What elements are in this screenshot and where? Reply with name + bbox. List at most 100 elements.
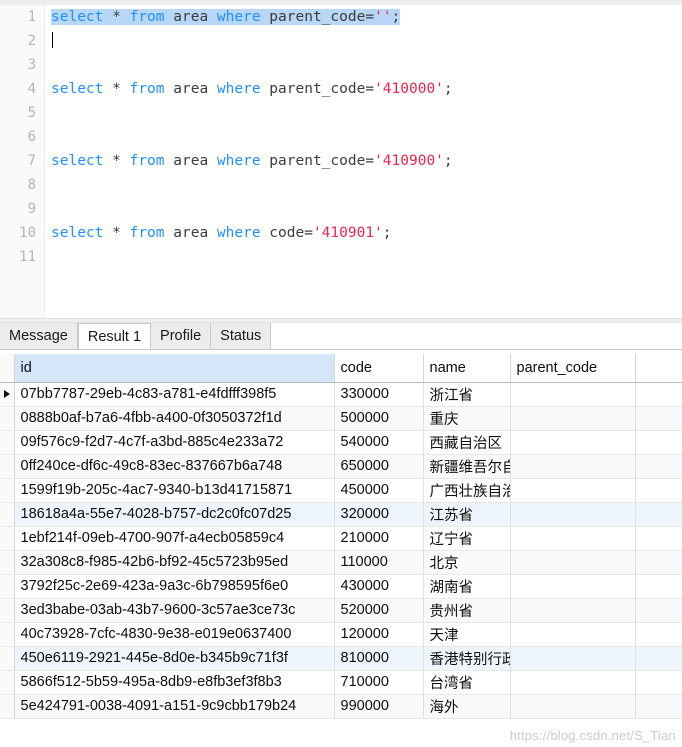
cell-id[interactable]: 1ebf214f-09eb-4700-907f-a4ecb05859c4 — [14, 526, 335, 551]
code-line-1[interactable]: select * from area where parent_code=''; — [45, 5, 682, 29]
cell-name[interactable]: 台湾省 — [423, 670, 511, 695]
cell-name[interactable]: 天津 — [423, 622, 511, 647]
cell-id[interactable]: 3792f25c-2e69-423a-9a3c-6b798595f6e0 — [14, 574, 335, 599]
result-table-body[interactable]: 07bb7787-29eb-4c83-a781-e4fdfff398f5 3300… — [0, 382, 682, 719]
table-row[interactable]: 07bb7787-29eb-4c83-a781-e4fdfff398f5 3300… — [0, 382, 682, 407]
tab-profile[interactable]: Profile — [151, 323, 212, 349]
cell-code[interactable]: 650000 — [334, 454, 424, 479]
cell-parent_code[interactable] — [510, 382, 636, 407]
table-row[interactable]: 09f576c9-f2d7-4c7f-a3bd-885c4e233a72 5400… — [0, 430, 682, 455]
table-row[interactable]: 5e424791-0038-4091-a151-9c9cbb179b24 9900… — [0, 694, 682, 719]
cell-parent_code[interactable] — [510, 598, 636, 623]
cell-parent_code[interactable] — [510, 406, 636, 431]
table-row[interactable]: 32a308c8-f985-42b6-bf92-45c5723b95ed 1100… — [0, 550, 682, 575]
cell-code[interactable]: 520000 — [334, 598, 424, 623]
cell-code[interactable]: 210000 — [334, 526, 424, 551]
cell-name[interactable]: 海外 — [423, 694, 511, 719]
cell-name[interactable]: 新疆维吾尔自治区 — [423, 454, 511, 479]
code-line-6[interactable] — [45, 125, 682, 149]
cell-name[interactable]: 北京 — [423, 550, 511, 575]
column-header-name[interactable]: name — [423, 354, 511, 383]
code-line-4[interactable]: select * from area where parent_code='41… — [45, 77, 682, 101]
cell-parent_code[interactable] — [510, 574, 636, 599]
column-header-id[interactable]: id — [14, 354, 335, 383]
code-line-9[interactable] — [45, 197, 682, 221]
cell-name[interactable]: 重庆 — [423, 406, 511, 431]
cell-name[interactable]: 浙江省 — [423, 382, 511, 407]
table-row[interactable]: 1ebf214f-09eb-4700-907f-a4ecb05859c4 2100… — [0, 526, 682, 551]
cell-name[interactable]: 西藏自治区 — [423, 430, 511, 455]
code-line-3[interactable] — [45, 53, 682, 77]
table-row[interactable]: 0ff240ce-df6c-49c8-83ec-837667b6a748 6500… — [0, 454, 682, 479]
cell-code[interactable]: 450000 — [334, 478, 424, 503]
cell-code[interactable]: 990000 — [334, 694, 424, 719]
row-marker-cell[interactable] — [0, 670, 15, 695]
cell-name[interactable]: 江苏省 — [423, 502, 511, 527]
cell-parent_code[interactable] — [510, 454, 636, 479]
cell-parent_code[interactable] — [510, 526, 636, 551]
cell-id[interactable]: 32a308c8-f985-42b6-bf92-45c5723b95ed — [14, 550, 335, 575]
cell-name[interactable]: 湖南省 — [423, 574, 511, 599]
column-header-code[interactable]: code — [334, 354, 424, 383]
result-grid[interactable]: id code name parent_code 07bb7787-29eb-4c83… — [0, 354, 682, 747]
code-line-8[interactable] — [45, 173, 682, 197]
table-row[interactable]: 40c73928-7cfc-4830-9e38-e019e0637400 1200… — [0, 622, 682, 647]
row-marker-cell[interactable] — [0, 550, 15, 575]
row-marker-cell[interactable] — [0, 622, 15, 647]
code-line-5[interactable] — [45, 101, 682, 125]
row-marker-cell[interactable] — [0, 574, 15, 599]
cell-code[interactable]: 500000 — [334, 406, 424, 431]
cell-name[interactable]: 贵州省 — [423, 598, 511, 623]
cell-id[interactable]: 450e6119-2921-445e-8d0e-b345b9c71f3f — [14, 646, 335, 671]
cell-code[interactable]: 430000 — [334, 574, 424, 599]
tab-result-1[interactable]: Result 1 — [77, 323, 152, 349]
cell-code[interactable]: 330000 — [334, 382, 424, 407]
cell-code[interactable]: 110000 — [334, 550, 424, 575]
cell-id[interactable]: 5e424791-0038-4091-a151-9c9cbb179b24 — [14, 694, 335, 719]
cell-id[interactable]: 5866f512-5b59-495a-8db9-e8fb3ef3f8b3 — [14, 670, 335, 695]
editor-code-area[interactable]: select * from area where parent_code='';… — [45, 5, 682, 318]
cell-parent_code[interactable] — [510, 550, 636, 575]
cell-name[interactable]: 辽宁省 — [423, 526, 511, 551]
row-marker-cell[interactable] — [0, 454, 15, 479]
cell-parent_code[interactable] — [510, 430, 636, 455]
table-row[interactable]: 3ed3babe-03ab-43b7-9600-3c57ae3ce73c 5200… — [0, 598, 682, 623]
table-row[interactable]: 3792f25c-2e69-423a-9a3c-6b798595f6e0 4300… — [0, 574, 682, 599]
row-marker-cell[interactable] — [0, 646, 15, 671]
table-row[interactable]: 0888b0af-b7a6-4fbb-a400-0f3050372f1d 5000… — [0, 406, 682, 431]
row-marker-cell[interactable] — [0, 406, 15, 431]
code-line-11[interactable] — [45, 245, 682, 269]
cell-id[interactable]: 07bb7787-29eb-4c83-a781-e4fdfff398f5 — [14, 382, 335, 407]
row-marker-cell[interactable] — [0, 502, 15, 527]
code-line-2[interactable] — [45, 29, 682, 53]
cell-code[interactable]: 120000 — [334, 622, 424, 647]
cell-parent_code[interactable] — [510, 646, 636, 671]
row-marker-cell[interactable] — [0, 430, 15, 455]
row-marker-cell[interactable] — [0, 382, 15, 407]
cell-code[interactable]: 710000 — [334, 670, 424, 695]
tab-message[interactable]: Message — [0, 323, 78, 349]
cell-parent_code[interactable] — [510, 478, 636, 503]
table-row[interactable]: 18618a4a-55e7-4028-b757-dc2c0fc07d25 3200… — [0, 502, 682, 527]
row-marker-cell[interactable] — [0, 694, 15, 719]
row-marker-cell[interactable] — [0, 598, 15, 623]
cell-code[interactable]: 810000 — [334, 646, 424, 671]
cell-id[interactable]: 40c73928-7cfc-4830-9e38-e019e0637400 — [14, 622, 335, 647]
row-marker-cell[interactable] — [0, 478, 15, 503]
tab-status[interactable]: Status — [211, 323, 272, 349]
table-row[interactable]: 5866f512-5b59-495a-8db9-e8fb3ef3f8b3 7100… — [0, 670, 682, 695]
sql-editor[interactable]: 1 2 3 4 5 6 7 8 9 10 11 select * from area where p… — [0, 0, 682, 318]
cell-id[interactable]: 09f576c9-f2d7-4c7f-a3bd-885c4e233a72 — [14, 430, 335, 455]
table-row[interactable]: 1599f19b-205c-4ac7-9340-b13d41715871 4500… — [0, 478, 682, 503]
cell-id[interactable]: 18618a4a-55e7-4028-b757-dc2c0fc07d25 — [14, 502, 335, 527]
cell-parent_code[interactable] — [510, 694, 636, 719]
column-header-parent_code[interactable]: parent_code — [510, 354, 636, 383]
code-line-10[interactable]: select * from area where code='410901'; — [45, 221, 682, 245]
cell-parent_code[interactable] — [510, 502, 636, 527]
cell-id[interactable]: 0ff240ce-df6c-49c8-83ec-837667b6a748 — [14, 454, 335, 479]
cell-name[interactable]: 香港特别行政区 — [423, 646, 511, 671]
row-marker-cell[interactable] — [0, 526, 15, 551]
cell-id[interactable]: 0888b0af-b7a6-4fbb-a400-0f3050372f1d — [14, 406, 335, 431]
cell-id[interactable]: 3ed3babe-03ab-43b7-9600-3c57ae3ce73c — [14, 598, 335, 623]
cell-code[interactable]: 540000 — [334, 430, 424, 455]
